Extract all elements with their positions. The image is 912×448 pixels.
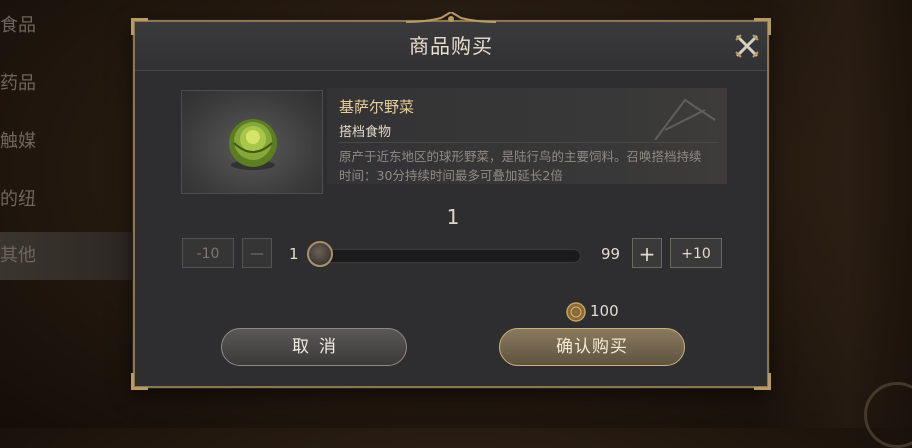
background-side-menu: 食品 药品 触媒 的纽 其他 <box>0 0 140 428</box>
item-thumbnail <box>181 90 323 194</box>
plus-button[interactable]: + <box>632 238 662 268</box>
frame-corner <box>754 373 771 390</box>
cancel-button[interactable]: 取消 <box>221 328 407 366</box>
dialog-header: 商品购买 <box>135 12 767 71</box>
price-amount: 100 <box>590 302 619 320</box>
quantity-slider-track[interactable] <box>309 249 581 263</box>
confirm-purchase-button[interactable]: 确认购买 <box>499 328 685 366</box>
bg-menu-item-label: 药品 <box>0 73 36 94</box>
quantity-slider-handle[interactable] <box>307 241 333 267</box>
bg-menu-item-label: 其他 <box>0 245 36 266</box>
item-description: 原产于近东地区的球形野菜，是陆行鸟的主要饲料。召唤搭档持续时间：30分持续时间最… <box>339 149 702 183</box>
plus-10-button[interactable]: +10 <box>670 238 722 268</box>
bg-menu-item-other: 其他 <box>0 232 135 280</box>
quantity-value: 1 <box>446 205 460 229</box>
bg-menu-item-label: 触媒 <box>0 131 36 152</box>
close-icon[interactable] <box>733 32 761 60</box>
item-category: 搭档食物 <box>339 125 392 140</box>
item-name: 基萨尔野菜 <box>339 98 415 116</box>
bg-menu-item-food: 食品 <box>0 2 135 50</box>
green-vegetable-icon <box>229 119 277 170</box>
coin-icon <box>566 302 586 322</box>
dialog-title: 商品购买 <box>409 34 493 58</box>
slider-max-label: 99 <box>601 245 621 263</box>
minus-10-button[interactable]: -10 <box>182 238 234 268</box>
bg-menu-item-label: 食品 <box>0 15 36 36</box>
frame-corner <box>131 373 148 390</box>
slider-min-label: 1 <box>289 245 299 263</box>
minus-button[interactable]: — <box>242 238 272 268</box>
divider <box>339 142 719 143</box>
purchase-dialog: 商品购买 基萨尔野菜 搭档食物 原产于近东地区的球形野菜，是陆行鸟的主要饲料。召… <box>131 12 771 390</box>
background-right-panel <box>752 0 912 428</box>
bg-menu-item-catalyst: 触媒 <box>0 118 135 166</box>
bg-menu-item-button: 的纽 <box>0 176 135 224</box>
bg-menu-item-medicine: 药品 <box>0 60 135 108</box>
bg-menu-item-label: 的纽 <box>0 189 36 210</box>
decorative-sketch-icon <box>654 98 716 141</box>
